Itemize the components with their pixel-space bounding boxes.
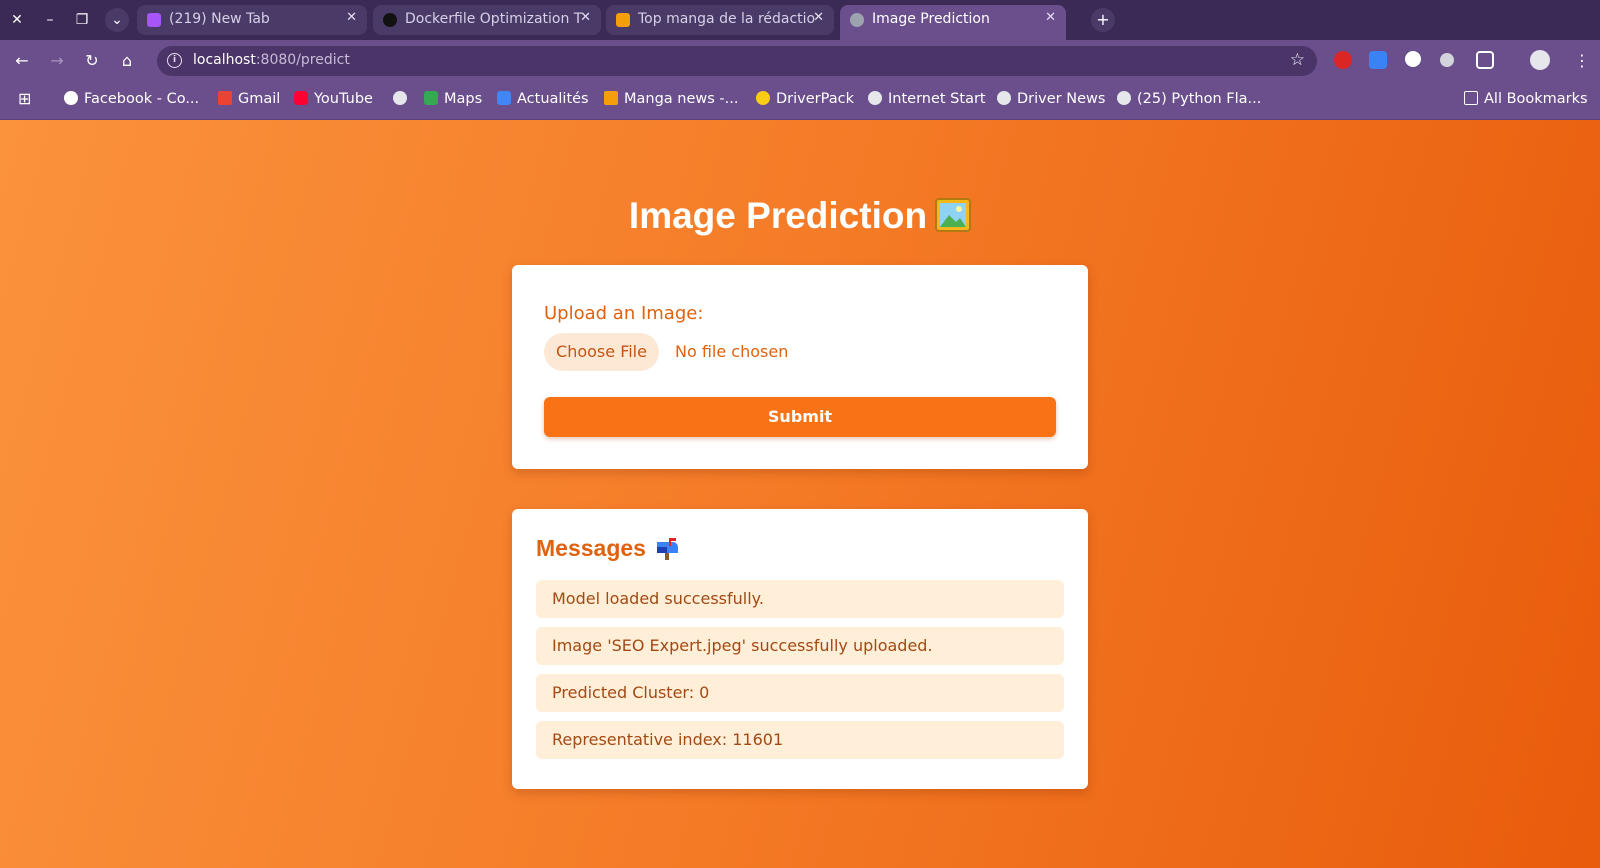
url-text: localhost:8080/predict <box>193 52 350 68</box>
page-title: Image Prediction <box>0 195 1600 237</box>
message-item: Representative index: 11601 <box>536 721 1064 759</box>
upload-label: Upload an Image: <box>544 303 704 324</box>
address-bar[interactable]: i localhost:8080/predict ☆ <box>157 46 1317 76</box>
google-icon <box>64 91 78 105</box>
manga-news-icon <box>604 91 618 105</box>
tab-manga[interactable]: Top manga de la rédactio ✕ <box>606 5 834 35</box>
bookmark-item[interactable]: Internet Start <box>868 91 986 111</box>
message-item: Model loaded successfully. <box>536 580 1064 618</box>
bookmark-item[interactable] <box>393 91 413 111</box>
globe-icon <box>393 91 407 105</box>
forward-arrow-icon[interactable]: → <box>45 49 69 73</box>
bookmark-item[interactable]: DriverPack <box>756 91 854 111</box>
bookmark-item[interactable]: Maps <box>424 91 482 111</box>
bookmark-item[interactable]: Facebook - Co... <box>64 91 199 111</box>
chatgpt-extension-icon[interactable] <box>1440 53 1454 67</box>
tab-strip: ✕ – ❐ ⌄ (219) New Tab ✕ Dockerfile Optim… <box>0 0 1600 40</box>
new-tab-plus-icon[interactable]: + <box>1091 8 1115 32</box>
home-icon[interactable]: ⌂ <box>115 49 139 73</box>
bookmark-item[interactable]: Manga news -... <box>604 91 738 111</box>
upload-form-card: Upload an Image: Choose File No file cho… <box>512 265 1088 469</box>
browser-toolbar: ← → ↻ ⌂ i localhost:8080/predict ☆ ⋮ <box>0 40 1600 82</box>
framed-picture-icon <box>935 198 972 232</box>
driverpack-icon <box>756 91 770 105</box>
file-status-text: No file chosen <box>675 342 789 361</box>
apps-grid-icon[interactable]: ⊞ <box>18 89 31 109</box>
bookmark-item[interactable]: Gmail <box>218 91 280 111</box>
globe-icon <box>997 91 1011 105</box>
globe-icon <box>868 91 882 105</box>
globe-icon <box>850 13 864 27</box>
bookmark-item[interactable]: (25) Python Fla... <box>1117 91 1261 111</box>
bookmark-item[interactable]: Actualités <box>497 91 589 111</box>
tab-close-icon[interactable]: ✕ <box>580 10 591 25</box>
maps-icon <box>424 91 438 105</box>
translate-extension-icon[interactable] <box>1369 51 1387 69</box>
all-bookmarks[interactable]: All Bookmarks <box>1464 91 1588 111</box>
messages-title: Messages <box>536 535 680 562</box>
close-window-icon[interactable]: ✕ <box>5 8 29 32</box>
bookmark-star-icon[interactable]: ☆ <box>1290 50 1305 70</box>
grammar-extension-icon[interactable] <box>1405 51 1421 67</box>
tab-title: (219) New Tab <box>169 11 270 27</box>
site-info-icon[interactable]: i <box>167 53 182 68</box>
tab-search-chevron-icon[interactable]: ⌄ <box>105 8 129 32</box>
news-icon <box>497 91 511 105</box>
bookmark-item[interactable]: Driver News <box>997 91 1105 111</box>
tab-title: Top manga de la rédactio <box>638 11 816 27</box>
submit-button[interactable]: Submit <box>544 397 1056 437</box>
page-body: Image Prediction Upload an Image: Choose… <box>0 120 1600 868</box>
gmail-icon <box>218 91 232 105</box>
tab-close-icon[interactable]: ✕ <box>813 10 824 25</box>
youtube-icon <box>294 91 308 105</box>
twitch-like-icon <box>147 13 161 27</box>
bookmark-item[interactable]: YouTube <box>294 91 373 111</box>
profile-avatar[interactable] <box>1530 50 1550 70</box>
tab-dockerfile[interactable]: Dockerfile Optimization T ✕ <box>373 5 601 35</box>
minimize-icon[interactable]: – <box>38 8 62 32</box>
tab-close-icon[interactable]: ✕ <box>1045 10 1056 25</box>
globe-icon <box>1117 91 1131 105</box>
bookmarks-bar: ⊞ Facebook - Co... Gmail YouTube Maps Ac… <box>0 82 1600 120</box>
tab-title: Dockerfile Optimization T <box>405 11 583 27</box>
tab-new-tab[interactable]: (219) New Tab ✕ <box>137 5 367 35</box>
folder-icon <box>1464 91 1478 105</box>
tab-image-prediction[interactable]: Image Prediction ✕ <box>840 5 1066 40</box>
manga-news-icon <box>616 13 630 27</box>
mailbox-icon <box>654 535 680 561</box>
tab-close-icon[interactable]: ✕ <box>346 10 357 25</box>
restore-icon[interactable]: ❐ <box>70 8 94 32</box>
messages-card: Messages Model loaded successfully. Imag… <box>512 509 1088 789</box>
message-item: Predicted Cluster: 0 <box>536 674 1064 712</box>
reload-icon[interactable]: ↻ <box>80 49 104 73</box>
choose-file-button[interactable]: Choose File <box>544 333 659 371</box>
back-arrow-icon[interactable]: ← <box>10 49 34 73</box>
adblock-extension-icon[interactable] <box>1334 51 1352 69</box>
menu-kebab-icon[interactable]: ⋮ <box>1570 49 1594 73</box>
chatgpt-icon <box>383 13 397 27</box>
message-item: Image 'SEO Expert.jpeg' successfully upl… <box>536 627 1064 665</box>
extensions-puzzle-icon[interactable] <box>1476 51 1494 69</box>
tab-title: Image Prediction <box>872 11 990 27</box>
